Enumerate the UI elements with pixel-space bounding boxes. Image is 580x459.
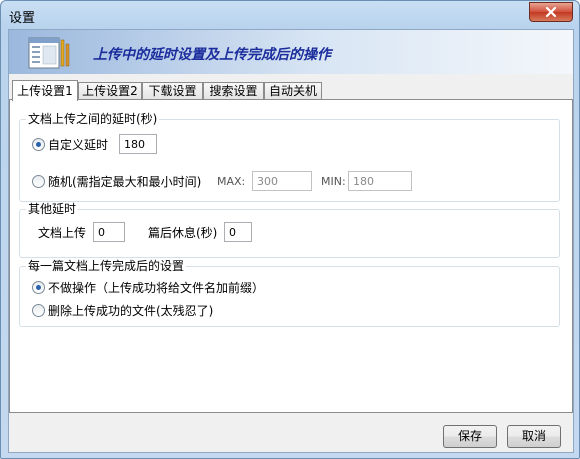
random-delay-radio[interactable]: [32, 175, 45, 188]
custom-delay-radio[interactable]: [32, 138, 45, 151]
custom-delay-label: 自定义延时: [48, 138, 109, 152]
close-button[interactable]: [529, 2, 573, 22]
random-delay-label: 随机(需指定最大和最小时间): [48, 175, 202, 189]
min-input[interactable]: 180: [348, 171, 412, 191]
tab-auto-shutdown[interactable]: 自动关机: [264, 82, 322, 100]
dialog-body: 上传中的延时设置及上传完成后的操作 上传设置1 上传设置2 下载设置 搜索设置 …: [8, 29, 574, 453]
min-label: MIN:: [321, 175, 346, 188]
settings-window-icon: [28, 37, 70, 69]
banner-title: 上传中的延时设置及上传完成后的操作: [93, 47, 331, 63]
after-upload-group: 每一篇文档上传完成后的设置 不做操作（上传成功将给文件名加前缀） 删除上传成功的…: [19, 259, 560, 327]
max-label: MAX:: [217, 175, 246, 188]
delete-file-radio[interactable]: [32, 304, 45, 317]
window-title: 设置: [9, 11, 36, 26]
upload-delay-label: 文档上传: [38, 226, 87, 240]
delete-file-label: 删除上传成功的文件(太残忍了): [48, 304, 214, 318]
settings-window: 设置 上传中的延时设置及上传完成后的操作 上传设置1 上传设置2 下载设置 搜索…: [0, 0, 580, 459]
cancel-button[interactable]: 取消: [507, 425, 561, 448]
custom-delay-input[interactable]: 180: [119, 134, 157, 154]
rest-delay-label: 篇后休息(秒): [148, 226, 218, 240]
delay-group: 文档上传之间的延时(秒) 自定义延时 180 随机(需指定最大和最小时间) MA…: [19, 112, 560, 202]
other-delay-group-title: 其他延时: [26, 202, 79, 216]
tab-download-settings[interactable]: 下载设置: [142, 82, 203, 100]
tab-upload-settings-2[interactable]: 上传设置2: [78, 82, 142, 100]
no-action-label: 不做操作（上传成功将给文件名加前缀）: [48, 281, 265, 295]
max-input[interactable]: 300: [252, 171, 312, 191]
tab-bar: 上传设置1 上传设置2 下载设置 搜索设置 自动关机: [9, 80, 573, 101]
title-bar: 设置: [1, 1, 579, 29]
no-action-radio[interactable]: [32, 281, 45, 294]
upload-delay-input[interactable]: 0: [93, 222, 125, 242]
other-delay-group: 其他延时 文档上传 0 篇后休息(秒) 0: [19, 202, 560, 258]
tab-upload-settings-1[interactable]: 上传设置1: [12, 80, 78, 101]
close-icon: [546, 7, 556, 17]
after-upload-group-title: 每一篇文档上传完成后的设置: [26, 259, 187, 273]
header-banner: 上传中的延时设置及上传完成后的操作: [9, 30, 573, 74]
rest-delay-input[interactable]: 0: [224, 222, 252, 242]
save-button[interactable]: 保存: [443, 425, 497, 448]
tab-search-settings[interactable]: 搜索设置: [203, 82, 264, 100]
tab-panel: 文档上传之间的延时(秒) 自定义延时 180 随机(需指定最大和最小时间) MA…: [9, 99, 573, 413]
delay-group-title: 文档上传之间的延时(秒): [26, 112, 160, 126]
